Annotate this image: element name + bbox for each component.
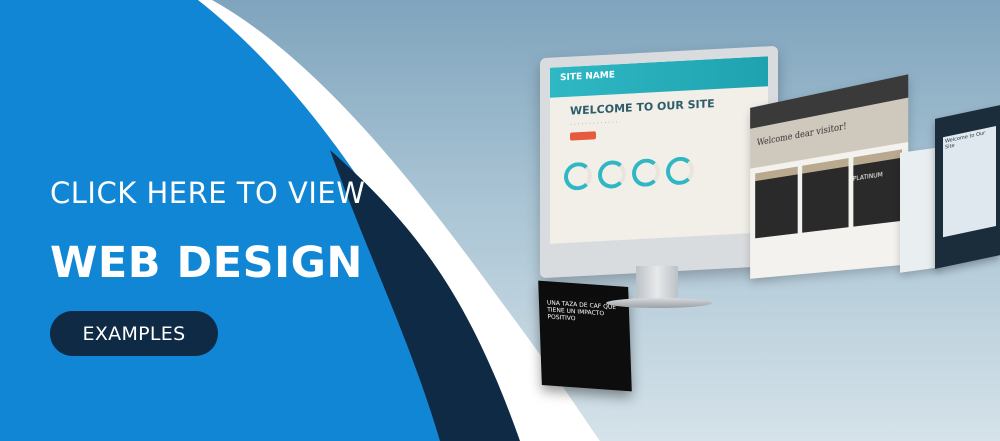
pricing-card-platinum: PLATINUM [853, 149, 903, 227]
platinum-label: PLATINUM [853, 171, 883, 183]
stat-circle [564, 161, 592, 191]
monitor-stand [636, 266, 678, 300]
stat-circle [598, 159, 626, 190]
pricing-page-mockup: Welcome dear visitor! PLATINUM [750, 74, 909, 279]
monitor-base [606, 298, 712, 308]
headline-line2: WEB DESIGN [50, 238, 363, 288]
pricing-card [755, 166, 798, 239]
desktop-monitor: SITE NAME WELCOME TO OUR SITE . . . . . … [540, 45, 778, 317]
screen-red-button [570, 131, 596, 141]
pricing-card [802, 158, 849, 233]
web-design-banner: CLICK HERE TO VIEW WEB DESIGN EXAMPLES U… [0, 0, 1000, 441]
calendar-page-mockup [900, 147, 940, 273]
examples-button[interactable]: EXAMPLES [50, 311, 218, 356]
monitor-frame: SITE NAME WELCOME TO OUR SITE . . . . . … [540, 45, 778, 279]
monitor-screen: SITE NAME WELCOME TO OUR SITE . . . . . … [550, 56, 768, 244]
device-page-title: Welcome to Our Site [945, 130, 986, 151]
site-name: SITE NAME [550, 56, 768, 98]
device-page-mockup: Welcome to Our Site [935, 105, 1000, 269]
device-page-screen: Welcome to Our Site [943, 125, 996, 238]
headline-line1: CLICK HERE TO VIEW [50, 176, 366, 210]
stat-circles [564, 156, 694, 191]
stat-circle [666, 156, 694, 186]
stat-circle [632, 157, 660, 188]
